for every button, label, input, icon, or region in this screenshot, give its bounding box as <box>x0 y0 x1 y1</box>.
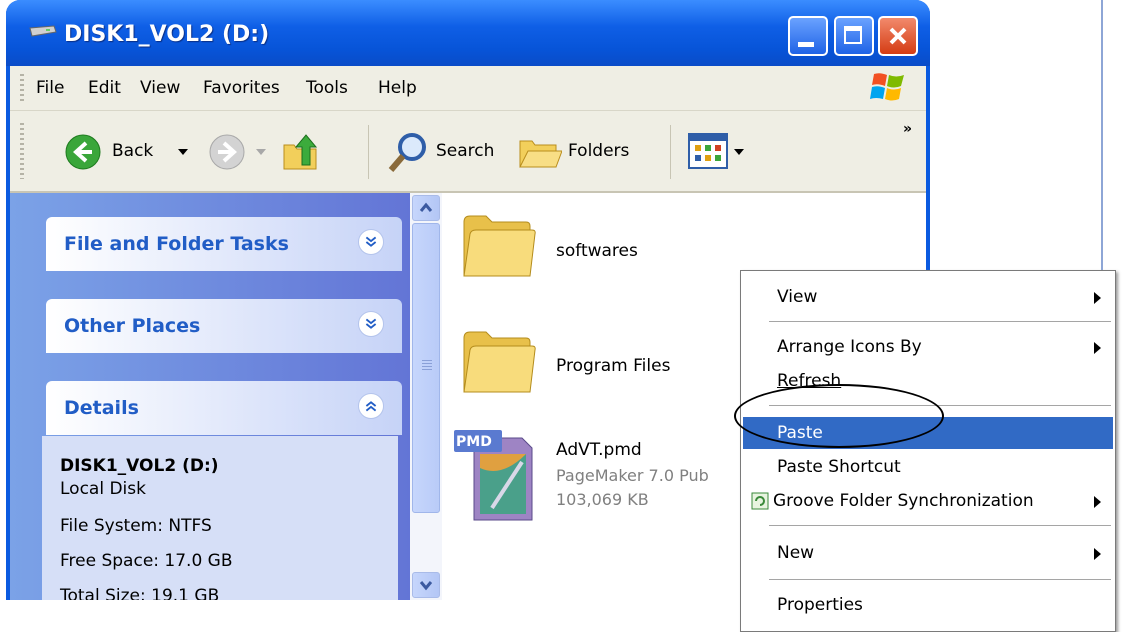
ctx-new[interactable]: New <box>777 543 814 563</box>
submenu-arrow-icon <box>1094 342 1101 354</box>
scroll-up-icon <box>419 202 433 212</box>
details-file-system: File System: NTFS <box>60 516 212 536</box>
groove-icon <box>751 492 769 510</box>
submenu-arrow-icon <box>1094 548 1101 560</box>
menu-view[interactable]: View <box>140 78 180 98</box>
ctx-view[interactable]: View <box>777 287 817 307</box>
up-folder-icon[interactable] <box>280 131 322 173</box>
details-panel[interactable]: Details <box>46 381 402 435</box>
file-type-badge: PMD <box>456 434 492 450</box>
ctx-properties[interactable]: Properties <box>777 595 863 615</box>
submenu-arrow-icon <box>1094 292 1101 304</box>
search-button[interactable]: Search <box>436 141 494 161</box>
maximize-button[interactable] <box>834 16 874 56</box>
vertical-scrollbar[interactable] <box>410 193 442 600</box>
folders-icon <box>519 140 562 168</box>
folder-icon <box>463 215 536 277</box>
toolbar-grip <box>20 123 24 179</box>
file-name-advt[interactable]: AdVT.pmd <box>556 440 642 460</box>
annotation-ellipse <box>734 384 944 448</box>
file-folder-tasks-panel[interactable]: File and Folder Tasks <box>46 217 402 271</box>
file-name-program-files[interactable]: Program Files <box>556 356 670 376</box>
ctx-groove-folder-sync[interactable]: Groove Folder Synchronization <box>773 491 1034 511</box>
details-free-space: Free Space: 17.0 GB <box>60 551 233 571</box>
menu-separator <box>769 321 1111 322</box>
back-dropdown-icon[interactable] <box>178 149 188 157</box>
menu-separator <box>769 579 1111 580</box>
forward-dropdown-icon <box>256 149 266 155</box>
views-icon[interactable] <box>688 133 728 169</box>
folder-icon <box>463 331 536 393</box>
scroll-down-icon <box>419 581 433 591</box>
toolbar-overflow-chevron[interactable]: » <box>903 121 912 137</box>
search-icon <box>388 133 426 172</box>
toolbar-separator <box>368 125 369 179</box>
file-name-softwares[interactable]: softwares <box>556 241 638 261</box>
panel-title: Details <box>64 397 139 419</box>
ctx-paste-shortcut[interactable]: Paste Shortcut <box>777 457 901 477</box>
file-size-label: 103,069 KB <box>556 490 649 509</box>
minimize-button[interactable] <box>788 16 828 56</box>
title-bar[interactable]: DISK1_VOL2 (D:) <box>6 0 930 66</box>
expand-chevron-icon[interactable] <box>358 229 384 255</box>
forward-arrow-icon[interactable] <box>208 133 246 171</box>
close-icon <box>889 27 907 45</box>
maximize-icon <box>844 26 862 44</box>
toolbar: Back Search Folders » <box>10 111 926 193</box>
back-arrow-icon[interactable] <box>64 133 102 171</box>
submenu-arrow-icon <box>1094 496 1101 508</box>
context-menu: View Arrange Icons By Refresh Paste Past… <box>740 270 1116 632</box>
menu-grip <box>20 74 24 104</box>
expand-chevron-icon[interactable] <box>358 311 384 337</box>
views-dropdown-icon[interactable] <box>734 149 744 157</box>
scroll-down-button[interactable] <box>412 572 440 598</box>
windows-logo-icon <box>870 73 904 101</box>
folders-button[interactable]: Folders <box>568 141 629 161</box>
window-title: DISK1_VOL2 (D:) <box>64 22 270 47</box>
other-places-panel[interactable]: Other Places <box>46 299 402 353</box>
menu-file[interactable]: File <box>36 78 64 98</box>
details-total-size: Total Size: 19.1 GB <box>60 586 220 600</box>
panel-title: Other Places <box>64 315 201 337</box>
file-type-label: PageMaker 7.0 Pub <box>556 466 709 485</box>
menu-bar: File Edit View Favorites Tools Help <box>10 66 926 111</box>
drive-icon <box>29 25 57 37</box>
toolbar-separator <box>670 125 671 179</box>
minimize-icon <box>798 42 814 47</box>
menu-tools[interactable]: Tools <box>306 78 348 98</box>
collapse-chevron-icon[interactable] <box>358 393 384 419</box>
details-drive-type: Local Disk <box>60 479 146 499</box>
panel-title: File and Folder Tasks <box>64 233 289 255</box>
details-drive-name: DISK1_VOL2 (D:) <box>60 456 219 476</box>
menu-edit[interactable]: Edit <box>88 78 121 98</box>
ctx-arrange-icons-by[interactable]: Arrange Icons By <box>777 337 922 357</box>
menu-favorites[interactable]: Favorites <box>203 78 280 98</box>
scroll-thumb[interactable] <box>412 223 440 513</box>
menu-help[interactable]: Help <box>378 78 417 98</box>
scroll-up-button[interactable] <box>412 195 440 221</box>
details-body: DISK1_VOL2 (D:) Local Disk File System: … <box>42 436 398 600</box>
menu-separator <box>769 525 1111 526</box>
close-button[interactable] <box>878 16 918 56</box>
back-button[interactable]: Back <box>112 141 153 161</box>
background-divider-line <box>1101 0 1103 290</box>
